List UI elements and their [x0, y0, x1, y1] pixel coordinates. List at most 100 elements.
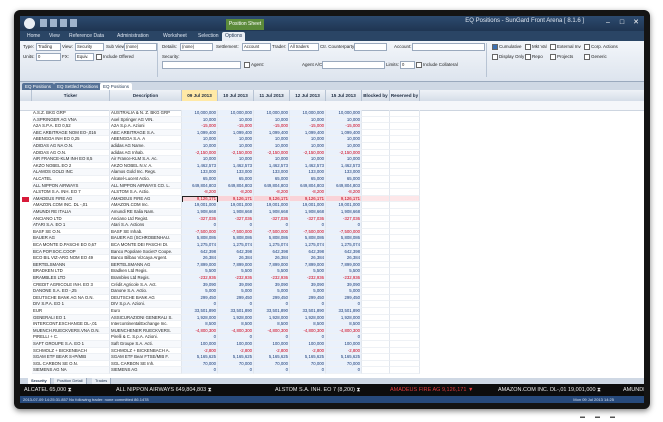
cell-blocked-by[interactable] [362, 281, 390, 289]
column-header-date-5[interactable]: 15 Jul 2013 [326, 90, 362, 101]
cell-position-value[interactable]: 70,000 [182, 360, 218, 368]
cell-position-value[interactable]: 10,000 [254, 143, 290, 150]
cell-position-value[interactable]: 1,908,668 [254, 209, 290, 216]
cell-ticker[interactable]: SGAM ETF BEAR S+P/MIB [32, 354, 110, 361]
cell-reserved-by[interactable] [390, 129, 420, 137]
cell-position-value[interactable]: 7,899,000 [254, 261, 290, 269]
table-row[interactable]: ALCATEL Alcatel-Lucent Actio. 65,000 65,000… [20, 176, 644, 183]
cell-position-value[interactable]: -327,036 [182, 215, 218, 223]
cell-position-value[interactable]: 39,090 [290, 281, 326, 289]
cell-position-value[interactable]: 19,001,000 [218, 202, 254, 209]
cell-position-value[interactable]: 65,000 [218, 176, 254, 183]
cell-ticker[interactable]: EUR [32, 308, 110, 315]
cell-reserved-by[interactable] [390, 116, 420, 124]
cell-reserved-by[interactable] [390, 288, 420, 295]
cell-reserved-by[interactable] [390, 261, 420, 269]
cell-position-value[interactable]: -2,800 [218, 347, 254, 355]
cell-reserved-by[interactable] [390, 341, 420, 348]
cell-blocked-by[interactable] [362, 176, 390, 183]
column-header-date-2[interactable]: 10 Jul 2013 [218, 90, 254, 101]
cell-position-value[interactable]: -7,500,000 [254, 228, 290, 236]
table-row[interactable]: INTERCONT.EXCHANGE DL-,01 Intercontinenta… [20, 321, 644, 328]
cell-description[interactable]: ALSTOM S.A. Actio. [110, 189, 182, 196]
cell-position-value[interactable]: 19,001,000 [290, 202, 326, 209]
cell-position-value[interactable]: 9,126,171 [218, 195, 254, 203]
cell-description[interactable]: Saft Groupe S.A. Acti. [110, 341, 182, 348]
cell-reserved-by[interactable] [390, 314, 420, 322]
cell-position-value[interactable]: 33,501,890 [218, 308, 254, 315]
cell-position-value[interactable]: 9,126,171 [254, 195, 290, 203]
column-header-ticker[interactable]: Ticker [32, 90, 110, 101]
table-row[interactable]: DEUTSCHE BANK AG NA O.N. DEUTSCHE BANK AG… [20, 294, 644, 302]
column-header-date-1[interactable]: 09 Jul 2013 [182, 90, 218, 101]
cell-position-value[interactable]: 1,908,668 [218, 209, 254, 216]
cell-position-value[interactable]: 5,808,086 [218, 235, 254, 242]
cell-description[interactable]: BASF SE Inhab. [110, 228, 182, 236]
cell-position-value[interactable]: 1,928,000 [326, 314, 362, 322]
monitor-button[interactable]: ▬ [580, 415, 586, 420]
cell-position-value[interactable]: 1,462,573 [254, 162, 290, 170]
display-only-checkbox[interactable] [492, 54, 498, 60]
cell-position-value[interactable]: 19,001,000 [254, 202, 290, 209]
cell-position-value[interactable]: 133,000 [182, 169, 218, 176]
cell-position-value[interactable]: 0 [254, 301, 290, 308]
cell-description[interactable]: ABC ARBITRAGE S.A. [110, 129, 182, 137]
cell-position-value[interactable]: 100,000 [290, 341, 326, 348]
cell-position-value[interactable]: 10,000 [182, 143, 218, 150]
external-inv-checkbox[interactable] [550, 44, 556, 50]
cell-blocked-by[interactable] [362, 248, 390, 256]
cell-description[interactable]: BERTELSMANN AG [110, 261, 182, 269]
doc-tab-eq-positions[interactable]: EQ Positions [22, 83, 55, 90]
cell-position-value[interactable]: -2,150,000 [218, 149, 254, 157]
cell-position-value[interactable]: 642,398 [218, 248, 254, 256]
tab-reference-data[interactable]: Reference Data [66, 32, 107, 41]
cell-blocked-by[interactable] [362, 209, 390, 216]
table-row[interactable]: BRAMBLES LTD Brambles Ltd Regis. -232,936-… [20, 275, 644, 282]
cell-position-value[interactable]: 5,808,086 [182, 235, 218, 242]
table-row[interactable]: ABC ARBITRAGE NOM EO-,016 ABC ARBITRAGE S… [20, 129, 644, 137]
cell-position-value[interactable]: -2,800 [254, 347, 290, 355]
table-row[interactable]: AMADEUS FIRE AG AMADEUS FIRE AG 9,126,171 9… [20, 195, 644, 203]
cell-reserved-by[interactable] [390, 209, 420, 216]
cell-position-value[interactable]: 10,000 [290, 116, 326, 124]
cell-reserved-by[interactable] [390, 354, 420, 361]
cell-description[interactable]: AUSTRALIA & N. Z. BKG GRP [110, 110, 182, 117]
corp-actions-checkbox[interactable] [584, 44, 590, 50]
cell-blocked-by[interactable] [362, 341, 390, 348]
table-row[interactable]: DANONE S.A. EO -,25 Danone S.A. Actio. 5,0… [20, 288, 644, 295]
cell-ticker[interactable]: A2A S.P.A. EO 0,52 [32, 123, 110, 130]
cell-position-value[interactable]: 133,000 [290, 169, 326, 176]
cell-position-value[interactable]: 33,501,890 [290, 308, 326, 315]
cell-position-value[interactable]: 0 [290, 222, 326, 229]
cell-description[interactable]: Brambles Ltd Regis. [110, 275, 182, 282]
cell-reserved-by[interactable] [390, 308, 420, 315]
cell-position-value[interactable]: 7,899,000 [290, 261, 326, 269]
cell-blocked-by[interactable] [362, 308, 390, 315]
cell-blocked-by[interactable] [362, 321, 390, 328]
cell-ticker[interactable]: BAUER AG [32, 235, 110, 242]
cell-ticker[interactable]: INTERCONT.EXCHANGE DL-,01 [32, 321, 110, 328]
cell-ticker[interactable]: ALL NIPPON AIRWAYS [32, 182, 110, 190]
column-header-blocked-by[interactable]: Blocked by [362, 90, 390, 101]
cell-position-value[interactable]: 8,500 [254, 321, 290, 328]
cell-position-value[interactable]: -2,800 [182, 347, 218, 355]
cell-position-value[interactable]: 39,090 [182, 281, 218, 289]
table-row[interactable]: SGL CARBON SE O.N. SGL CARBON SE Inh. 70,0… [20, 360, 644, 368]
cell-position-value[interactable]: 0 [218, 222, 254, 229]
cell-position-value[interactable]: 5,808,086 [326, 235, 362, 242]
cell-position-value[interactable]: 0 [182, 367, 218, 374]
cell-blocked-by[interactable] [362, 222, 390, 229]
cell-blocked-by[interactable] [362, 294, 390, 302]
cell-position-value[interactable]: 10,000 [254, 136, 290, 143]
mkt-val-checkbox[interactable] [525, 44, 531, 50]
cell-reserved-by[interactable] [390, 215, 420, 223]
table-row[interactable]: BAUER AG BAUER AG (SCHROBENHAU. 5,808,086 5… [20, 235, 644, 242]
table-row[interactable]: ALSTOM S.A. INH. EO 7 ALSTOM S.A. Actio. -… [20, 189, 644, 196]
minimize-button[interactable]: – [602, 18, 614, 28]
cell-reserved-by[interactable] [390, 367, 420, 374]
cell-blocked-by[interactable] [362, 195, 390, 203]
cell-position-value[interactable]: 649,804,803 [254, 182, 290, 190]
cell-reserved-by[interactable] [390, 202, 420, 209]
cell-reserved-by[interactable] [390, 143, 420, 150]
doc-tab-eq-settled-positions[interactable]: EQ Settled Positions [54, 83, 102, 90]
